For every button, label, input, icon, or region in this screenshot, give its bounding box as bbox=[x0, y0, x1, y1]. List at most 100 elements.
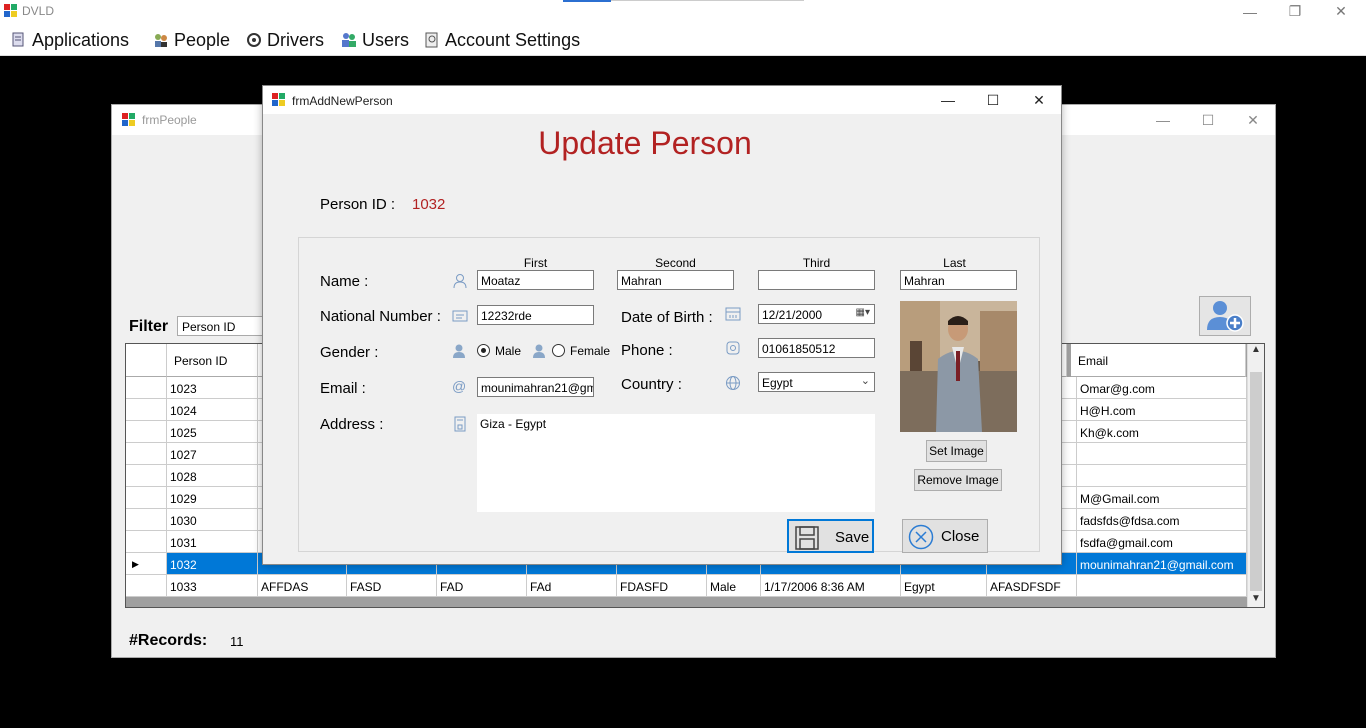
cell-col-6[interactable]: FDASFD bbox=[617, 575, 707, 597]
cell-col-9[interactable]: Egypt bbox=[901, 575, 987, 597]
dialog-minimize-button[interactable]: — bbox=[925, 88, 971, 112]
cell-col-8[interactable]: 1/17/2006 8:36 AM bbox=[761, 575, 901, 597]
row-header-cell[interactable] bbox=[126, 465, 167, 487]
account-settings-icon bbox=[424, 32, 440, 48]
scroll-down-arrow[interactable]: ▼ bbox=[1251, 593, 1261, 604]
male-radio-dot bbox=[481, 348, 486, 353]
set-image-button[interactable]: Set Image bbox=[926, 440, 987, 462]
cell-person-id[interactable]: 1024 bbox=[167, 399, 258, 421]
female-radio[interactable] bbox=[552, 344, 565, 357]
row-header-cell[interactable] bbox=[126, 399, 167, 421]
scroll-up-arrow[interactable]: ▲ bbox=[1251, 344, 1261, 355]
address-textarea[interactable]: Giza - Egypt bbox=[477, 414, 875, 512]
floppy-disk-icon bbox=[795, 526, 819, 554]
cell-email[interactable]: Omar@g.com bbox=[1077, 377, 1247, 399]
row-header-cell[interactable] bbox=[126, 421, 167, 443]
cell-email[interactable] bbox=[1077, 575, 1247, 597]
cell-col-2[interactable]: AFFDAS bbox=[258, 575, 347, 597]
menu-drivers[interactable]: Drivers bbox=[246, 29, 324, 51]
cell-email[interactable]: H@H.com bbox=[1077, 399, 1247, 421]
filter-label: Filter bbox=[129, 318, 169, 335]
minimize-button[interactable]: — bbox=[1227, 0, 1273, 23]
menu-applications[interactable]: Applications bbox=[11, 29, 129, 51]
people-maximize-button[interactable]: ☐ bbox=[1185, 109, 1231, 131]
people-window-title: frmPeople bbox=[142, 113, 197, 127]
cell-person-id[interactable]: 1028 bbox=[167, 465, 258, 487]
cell-person-id[interactable]: 1032 bbox=[167, 553, 258, 575]
cell-person-id[interactable]: 1025 bbox=[167, 421, 258, 443]
scroll-thumb[interactable] bbox=[1250, 372, 1262, 591]
filter-select[interactable]: Person ID bbox=[177, 316, 267, 336]
date-of-birth-picker[interactable]: 12/21/2000 ▦▾ bbox=[758, 304, 875, 324]
cell-person-id[interactable]: 1031 bbox=[167, 531, 258, 553]
row-header-cell[interactable] bbox=[126, 443, 167, 465]
address-label: Address : bbox=[320, 416, 384, 433]
male-radio[interactable] bbox=[477, 344, 490, 357]
phone-label: Phone : bbox=[621, 342, 673, 359]
calendar-dropdown-icon[interactable]: ▦▾ bbox=[856, 307, 870, 318]
last-name-input[interactable]: Mahran bbox=[900, 270, 1017, 290]
second-name-input[interactable]: Mahran bbox=[617, 270, 734, 290]
dialog-titlebar: frmAddNewPerson — ☐ ✕ bbox=[263, 86, 1061, 114]
address-icon bbox=[452, 416, 468, 432]
people-close-button[interactable]: ✕ bbox=[1230, 109, 1276, 131]
chevron-down-icon[interactable]: ⌄ bbox=[861, 374, 870, 387]
cell-col-5[interactable]: FAd bbox=[527, 575, 617, 597]
person-id-label: Person ID : bbox=[320, 196, 396, 213]
row-header-cell[interactable] bbox=[126, 575, 167, 597]
close-button[interactable]: ✕ bbox=[1318, 0, 1364, 23]
cell-email[interactable]: M@Gmail.com bbox=[1077, 487, 1247, 509]
cell-email[interactable]: fadsfds@fdsa.com bbox=[1077, 509, 1247, 531]
row-header-cell[interactable] bbox=[126, 509, 167, 531]
row-header-cell[interactable] bbox=[126, 531, 167, 553]
applications-icon bbox=[11, 32, 27, 48]
dialog-close-button[interactable]: ✕ bbox=[1016, 88, 1062, 112]
menu-account-settings[interactable]: Account Settings bbox=[424, 29, 580, 51]
remove-image-button[interactable]: Remove Image bbox=[914, 469, 1002, 491]
close-dialog-button[interactable]: Close bbox=[902, 519, 988, 553]
cell-email[interactable]: Kh@k.com bbox=[1077, 421, 1247, 443]
menu-users[interactable]: Users bbox=[341, 29, 409, 51]
cell-email[interactable] bbox=[1077, 465, 1247, 487]
cell-email[interactable]: fsdfa@gmail.com bbox=[1077, 531, 1247, 553]
taskbar-accent bbox=[563, 0, 611, 2]
first-name-header: First bbox=[523, 256, 548, 270]
row-header-cell[interactable]: ▶ bbox=[126, 553, 167, 575]
national-number-input[interactable]: 12232rde bbox=[477, 305, 594, 325]
add-new-person-dialog: frmAddNewPerson — ☐ ✕ Update Person Pers… bbox=[262, 85, 1062, 565]
people-minimize-button[interactable]: — bbox=[1140, 109, 1186, 131]
save-button[interactable]: Save bbox=[787, 519, 874, 553]
cell-col-4[interactable]: FAD bbox=[437, 575, 527, 597]
app-title: DVLD bbox=[22, 4, 55, 18]
country-select[interactable]: Egypt ⌄ bbox=[758, 372, 875, 392]
id-card-icon bbox=[452, 308, 468, 324]
add-person-button[interactable] bbox=[1199, 296, 1251, 336]
cell-email[interactable]: mounimahran21@gmail.com bbox=[1077, 553, 1247, 575]
row-header-cell[interactable] bbox=[126, 377, 167, 399]
dialog-maximize-button[interactable]: ☐ bbox=[970, 88, 1016, 112]
menu-people[interactable]: People bbox=[153, 29, 230, 51]
cell-col-7[interactable]: Male bbox=[707, 575, 761, 597]
at-sign-icon: @ bbox=[452, 378, 467, 394]
restore-button[interactable]: ❐ bbox=[1272, 0, 1318, 23]
globe-icon bbox=[725, 375, 741, 391]
column-header-person-id[interactable]: Person ID bbox=[167, 344, 258, 377]
cell-person-id[interactable]: 1029 bbox=[167, 487, 258, 509]
row-header-cell[interactable] bbox=[126, 487, 167, 509]
email-input[interactable]: mounimahran21@gmai bbox=[477, 377, 594, 397]
cell-person-id[interactable]: 1027 bbox=[167, 443, 258, 465]
cell-person-id[interactable]: 1033 bbox=[167, 575, 258, 597]
cell-col-10[interactable]: AFASDFSDF bbox=[987, 575, 1077, 597]
phone-input[interactable]: 01061850512 bbox=[758, 338, 875, 358]
menu-drivers-label: Drivers bbox=[267, 29, 324, 50]
cell-email[interactable] bbox=[1077, 443, 1247, 465]
cell-person-id[interactable]: 1030 bbox=[167, 509, 258, 531]
third-name-input[interactable] bbox=[758, 270, 875, 290]
dialog-title: frmAddNewPerson bbox=[292, 94, 393, 108]
first-name-input[interactable]: Moataz bbox=[477, 270, 594, 290]
cell-person-id[interactable]: 1023 bbox=[167, 377, 258, 399]
column-header-email[interactable]: Email bbox=[1071, 344, 1246, 377]
menu-applications-label: Applications bbox=[32, 29, 130, 50]
grid-vertical-scrollbar[interactable]: ▲ ▼ bbox=[1247, 344, 1264, 607]
cell-col-3[interactable]: FASD bbox=[347, 575, 437, 597]
